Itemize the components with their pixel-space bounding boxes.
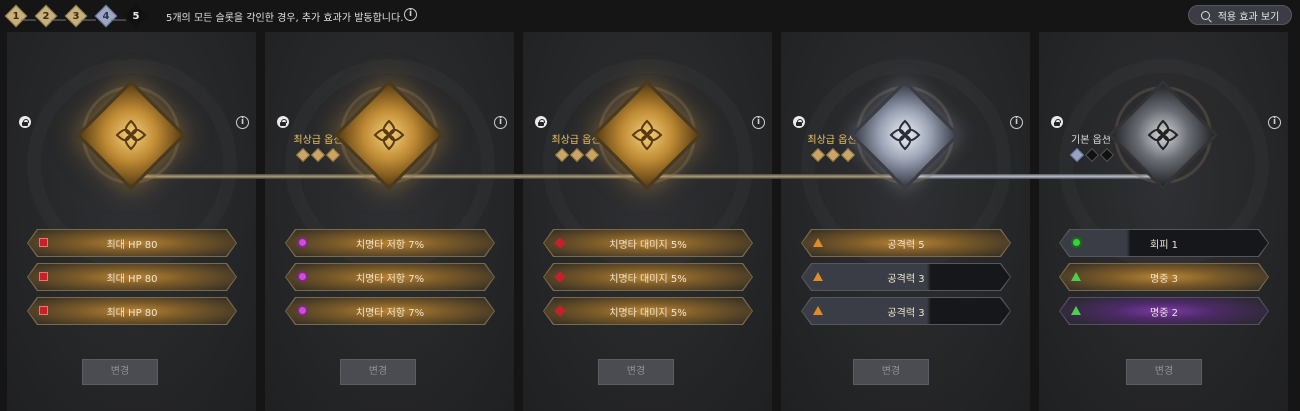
- option-text: 최대 HP 80: [106, 240, 158, 251]
- change-button[interactable]: 변경: [598, 359, 674, 385]
- change-button[interactable]: 변경: [82, 359, 158, 385]
- step-3: 3: [64, 4, 88, 28]
- engrave-step-indicator: 1 2 3 4 5: [4, 4, 158, 28]
- option-text: 최대 HP 80: [106, 274, 158, 285]
- option-text: 명중 3: [1150, 274, 1178, 285]
- option-text: 명중 2: [1150, 308, 1178, 319]
- option-text: 최대 HP 80: [106, 308, 158, 319]
- option-row[interactable]: 치명타 대미지 5%: [543, 297, 753, 325]
- info-icon[interactable]: i: [1010, 116, 1023, 129]
- grade-diamond-icon: [584, 147, 600, 163]
- info-icon[interactable]: i: [236, 116, 249, 129]
- option-row[interactable]: 치명타 대미지 5%: [543, 229, 753, 257]
- option-row[interactable]: 공격력 3: [801, 263, 1011, 291]
- search-icon: [1200, 10, 1210, 20]
- option-row[interactable]: 치명타 저항 7%: [285, 229, 495, 257]
- option-row[interactable]: 최대 HP 80: [27, 263, 237, 291]
- info-icon[interactable]: i: [752, 116, 765, 129]
- knot-icon: [373, 119, 405, 151]
- option-row[interactable]: 치명타 대미지 5%: [543, 263, 753, 291]
- option-row[interactable]: 치명타 저항 7%: [285, 297, 495, 325]
- grade-dots: [810, 147, 858, 163]
- grade-diamond-icon: [325, 147, 341, 163]
- grade-dots: [1069, 147, 1117, 163]
- slot-chain-silver: [905, 174, 1165, 179]
- option-text: 치명타 대미지 5%: [609, 240, 687, 251]
- bonus-notice: 5개의 모든 슬롯을 각인한 경우, 추가 효과가 발동합니다.: [166, 13, 404, 24]
- option-row[interactable]: 공격력 5: [801, 229, 1011, 257]
- change-button[interactable]: 변경: [340, 359, 416, 385]
- top-bar: 1 2 3 4 5 5개의 모든 슬롯을 각인한 경우, 추가 효과가 발동합니…: [0, 0, 1300, 32]
- grade-diamond-icon: [310, 147, 326, 163]
- option-row[interactable]: 회피 1: [1059, 229, 1269, 257]
- grade-diamond-icon: [1099, 147, 1115, 163]
- option-text: 치명타 저항 7%: [355, 240, 425, 251]
- knot-icon: [115, 119, 147, 151]
- knot-icon: [1147, 119, 1179, 151]
- info-icon[interactable]: i: [494, 116, 507, 129]
- step-2: 2: [34, 4, 58, 28]
- step-4: 4: [94, 4, 118, 28]
- change-button[interactable]: 변경: [853, 359, 929, 385]
- option-text: 공격력 3: [887, 308, 925, 319]
- option-text: 공격력 5: [887, 240, 925, 251]
- option-text: 치명타 저항 7%: [355, 274, 425, 285]
- option-row[interactable]: 최대 HP 80: [27, 297, 237, 325]
- lock-icon[interactable]: [793, 116, 805, 128]
- option-row[interactable]: 치명타 저항 7%: [285, 263, 495, 291]
- option-text: 공격력 3: [887, 274, 925, 285]
- knot-icon: [889, 119, 921, 151]
- grade-dots: [554, 147, 602, 163]
- option-text: 회피 1: [1150, 240, 1178, 251]
- view-effects-button[interactable]: 적용 효과 보기: [1188, 5, 1292, 25]
- lock-icon[interactable]: [19, 116, 31, 128]
- info-icon[interactable]: i: [404, 8, 417, 21]
- lock-icon[interactable]: [535, 116, 547, 128]
- grade-diamond-icon: [1069, 147, 1085, 163]
- option-row[interactable]: 최대 HP 80: [27, 229, 237, 257]
- grade-diamond-icon: [569, 147, 585, 163]
- change-button[interactable]: 변경: [1126, 359, 1202, 385]
- option-row[interactable]: 공격력 3: [801, 297, 1011, 325]
- grade-diamond-icon: [554, 147, 570, 163]
- step-5: 5: [124, 4, 148, 28]
- option-row[interactable]: 명중 2: [1059, 297, 1269, 325]
- option-text: 치명타 대미지 5%: [609, 308, 687, 319]
- info-icon[interactable]: i: [1268, 116, 1281, 129]
- view-effects-label: 적용 효과 보기: [1217, 11, 1280, 23]
- option-text: 치명타 대미지 5%: [609, 274, 687, 285]
- knot-icon: [631, 119, 663, 151]
- option-row[interactable]: 명중 3: [1059, 263, 1269, 291]
- grade-dots: [295, 147, 343, 163]
- grade-diamond-icon: [825, 147, 841, 163]
- grade-diamond-icon: [810, 147, 826, 163]
- lock-icon[interactable]: [277, 116, 289, 128]
- lock-icon[interactable]: [1051, 116, 1063, 128]
- option-text: 치명타 저항 7%: [355, 308, 425, 319]
- step-1: 1: [4, 4, 28, 28]
- grade-diamond-icon: [840, 147, 856, 163]
- grade-diamond-icon: [295, 147, 311, 163]
- grade-diamond-icon: [1084, 147, 1100, 163]
